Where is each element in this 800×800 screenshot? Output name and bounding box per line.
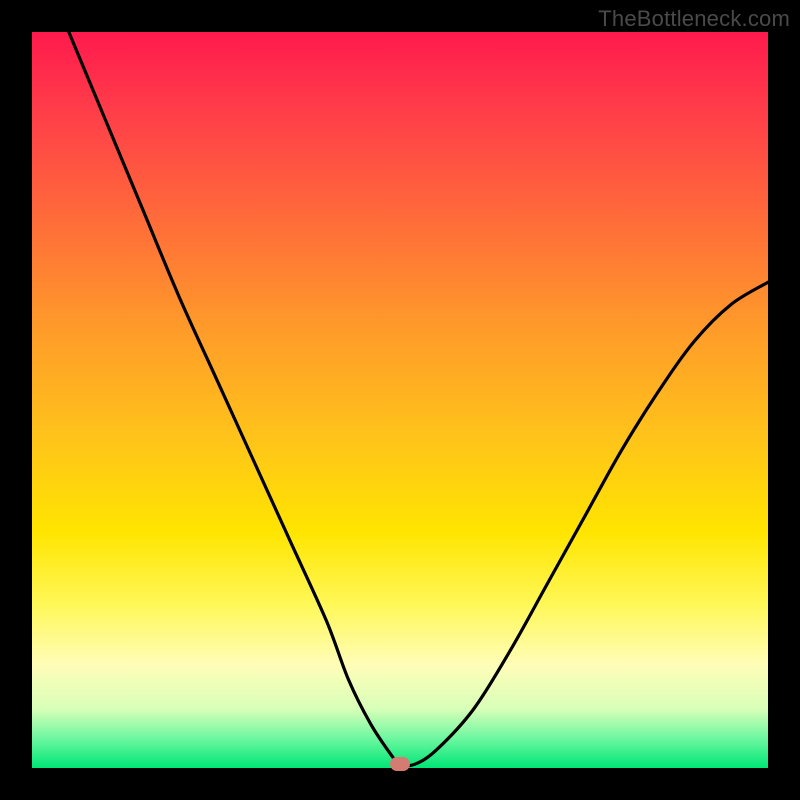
optimal-point-marker [390, 757, 410, 771]
watermark-text: TheBottleneck.com [598, 6, 790, 32]
plot-area [32, 32, 768, 768]
chart-frame: TheBottleneck.com [0, 0, 800, 800]
bottleneck-curve [32, 32, 768, 768]
